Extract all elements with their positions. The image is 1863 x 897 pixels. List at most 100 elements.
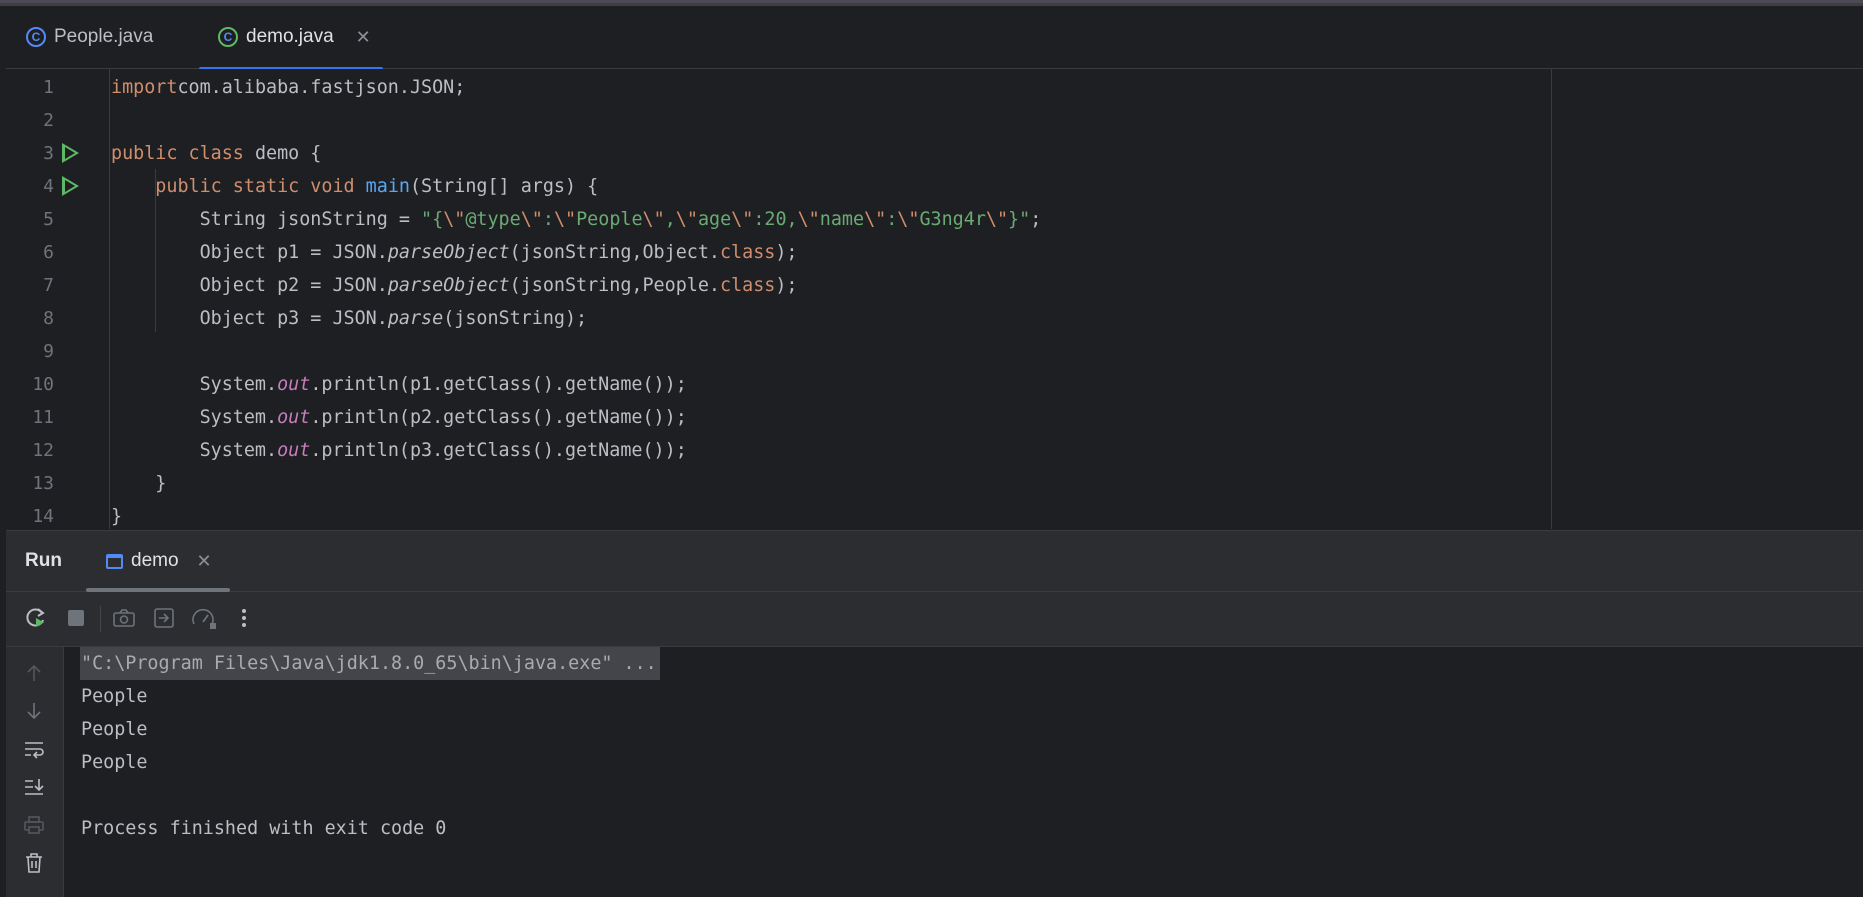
code-token: : (886, 209, 898, 230)
code-token: parseObject (387, 242, 510, 263)
console-output[interactable]: "C:\Program Files\Java\jdk1.8.0_65\bin\j… (80, 647, 660, 839)
code-token: System. (111, 374, 278, 395)
code-token: (jsonString,Object. (509, 242, 720, 263)
code-token: System. (111, 407, 278, 428)
console-output-line: People (81, 752, 148, 773)
close-icon[interactable]: ✕ (356, 27, 371, 48)
scroll-down-icon[interactable] (20, 697, 48, 725)
tab-label: demo.java (246, 26, 334, 47)
code-line[interactable]: } (111, 500, 122, 533)
exit-icon[interactable] (150, 604, 178, 632)
line-number: 10 (32, 374, 54, 395)
code-token: name (819, 209, 865, 230)
code-line[interactable]: } (111, 467, 166, 500)
code-token: } (111, 473, 167, 494)
dashboard-icon[interactable] (190, 604, 218, 632)
line-number: 5 (43, 209, 54, 230)
run-panel-header: Run demo ✕ (6, 531, 1863, 592)
code-token: @type (465, 209, 521, 230)
code-token: \" (520, 209, 543, 230)
line-number: 13 (32, 473, 54, 494)
tab-people-java[interactable]: C People.java (26, 6, 153, 68)
code-line[interactable]: Object p3 = JSON.parse(jsonString); (111, 302, 588, 335)
code-token: "{ (421, 209, 444, 230)
code-line[interactable]: System.out.println(p3.getClass().getName… (111, 434, 687, 467)
code-token: :20, (753, 209, 798, 230)
code-token: People (576, 209, 643, 230)
run-gutter-icon[interactable] (62, 143, 79, 163)
code-token: .println(p1.getClass().getName()); (310, 374, 687, 395)
line-number: 14 (32, 506, 54, 527)
code-token: System. (111, 440, 278, 461)
line-number: 8 (43, 308, 54, 329)
line-number: 12 (32, 440, 54, 461)
code-token: \" (675, 209, 698, 230)
stop-icon[interactable] (62, 604, 90, 632)
close-icon[interactable]: ✕ (197, 551, 212, 572)
code-token: } (111, 506, 123, 527)
run-gutter-icon[interactable] (62, 176, 79, 196)
code-token: \" (553, 209, 577, 230)
code-token: G3ng4r (919, 209, 986, 230)
console-side-toolbar (6, 647, 64, 897)
clear-icon[interactable] (20, 849, 48, 877)
code-line[interactable]: Object p1 = JSON.parseObject(jsonString,… (111, 236, 798, 269)
code-line[interactable]: public class demo { (111, 137, 321, 170)
code-editor[interactable]: 1 2 3 4 5 6 7 8 9 10 11 12 13 14 importcom.alibaba.fa… (6, 69, 1863, 529)
run-configuration-tab[interactable]: demo ✕ (106, 531, 212, 591)
screenshot-icon[interactable] (110, 604, 138, 632)
code-token: Object p1 = JSON. (111, 242, 388, 263)
code-token: ); (775, 275, 798, 296)
runnable-class-icon: C (218, 27, 238, 47)
code-line[interactable]: String jsonString = "{\"@type\":\"People… (111, 203, 1042, 236)
code-token: (String[] args) { (409, 176, 599, 197)
right-margin-guide (1551, 69, 1552, 529)
code-token: \" (642, 209, 665, 230)
code-token: \" (731, 209, 754, 230)
line-number: 11 (32, 407, 54, 428)
code-token: .println(p3.getClass().getName()); (310, 440, 687, 461)
code-token: \" (897, 209, 920, 230)
code-token: String jsonString = (111, 209, 422, 230)
console-exit-message: Process finished with exit code 0 (81, 818, 447, 839)
code-token: class (719, 242, 776, 263)
line-number-gutter: 1 2 3 4 5 6 7 8 9 10 11 12 13 14 (6, 69, 106, 529)
code-token: out (277, 440, 311, 461)
more-icon[interactable] (230, 604, 258, 632)
scroll-up-icon[interactable] (20, 659, 48, 687)
code-token: public class (111, 143, 255, 164)
code-token: parse (387, 308, 444, 329)
code-token: : (542, 209, 554, 230)
code-token: main (365, 176, 410, 197)
print-icon[interactable] (20, 811, 48, 839)
toolbar-separator (100, 606, 101, 632)
rerun-icon[interactable] (22, 604, 50, 632)
soft-wrap-icon[interactable] (20, 735, 48, 763)
code-token: , (664, 209, 676, 230)
code-token: import (111, 77, 178, 98)
code-token: \" (864, 209, 887, 230)
code-token: ; (1030, 209, 1042, 230)
code-line[interactable]: System.out.println(p2.getClass().getName… (111, 401, 687, 434)
code-token: age (697, 209, 732, 230)
console-command-line: "C:\Program Files\Java\jdk1.8.0_65\bin\j… (80, 647, 660, 680)
code-line[interactable]: public static void main(String[] args) { (111, 170, 598, 203)
editor-tab-bar: C People.java C demo.java ✕ (6, 6, 1863, 72)
line-number: 6 (43, 242, 54, 263)
line-number: 9 (43, 341, 54, 362)
code-line[interactable]: System.out.println(p1.getClass().getName… (111, 368, 687, 401)
window-accent-bar (0, 0, 1863, 3)
code-token: Object p3 = JSON. (111, 308, 388, 329)
code-token: (jsonString); (443, 308, 588, 329)
code-token: (jsonString,People. (509, 275, 720, 296)
code-token: \" (443, 209, 466, 230)
code-line[interactable]: Object p2 = JSON.parseObject(jsonString,… (111, 269, 798, 302)
tab-demo-java[interactable]: C demo.java ✕ (218, 6, 371, 68)
scroll-to-end-icon[interactable] (20, 773, 48, 801)
code-line[interactable]: importcom.alibaba.fastjson.JSON; (111, 71, 465, 104)
code-token: \" (985, 209, 1009, 230)
code-token: \" (797, 209, 820, 230)
code-token: class (719, 275, 776, 296)
line-number: 3 (43, 143, 54, 164)
